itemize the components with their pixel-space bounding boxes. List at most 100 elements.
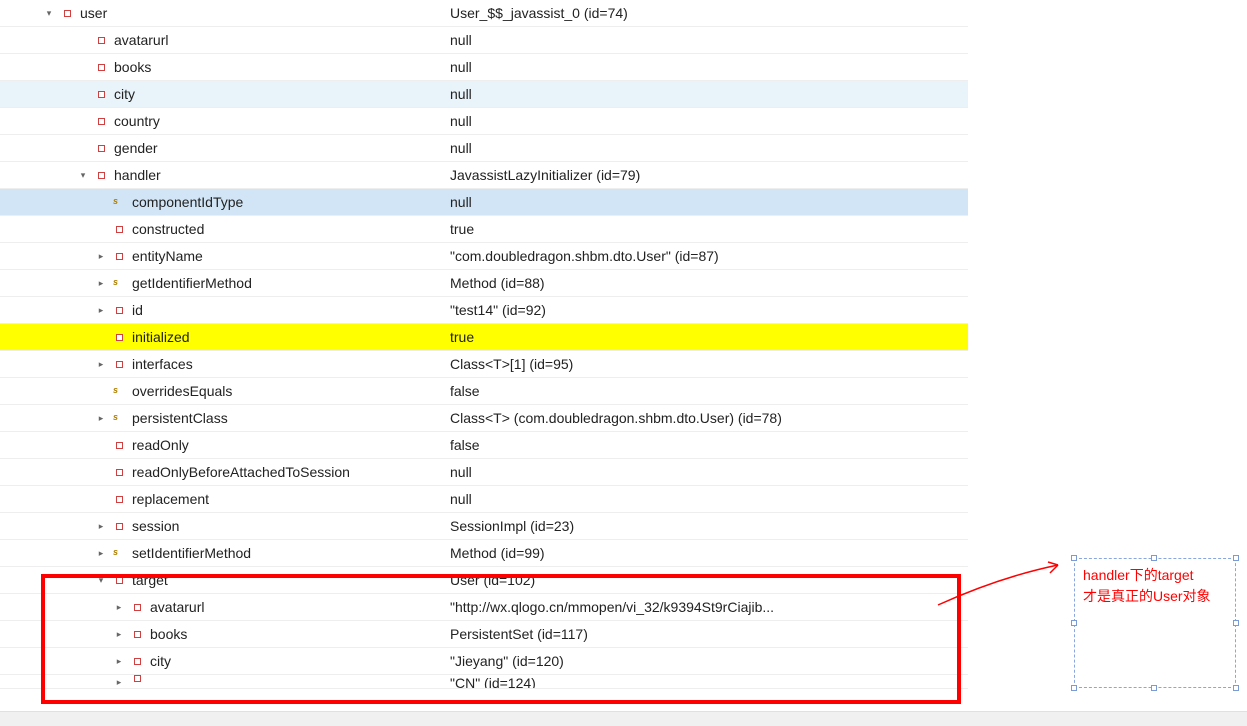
chevron-right-icon[interactable]: ▸	[94, 357, 108, 371]
tree-row[interactable]: ▸avatarurlnull	[0, 27, 968, 54]
variable-name-cell[interactable]: ▸ avatarurl	[0, 594, 444, 620]
variable-value: Method (id=88)	[450, 275, 545, 291]
variable-name: avatarurl	[150, 599, 204, 615]
variable-name-cell[interactable]: ▸readOnlyBeforeAttachedToSession	[0, 459, 444, 485]
chevron-down-icon[interactable]: ▾	[76, 168, 90, 182]
variable-value-cell[interactable]: SessionImpl (id=23)	[444, 513, 968, 539]
variable-name-cell[interactable]: ▸city	[0, 648, 444, 674]
variable-name-cell[interactable]: ▸country	[0, 108, 444, 134]
tree-row[interactable]: ▸persistentClassClass<T> (com.doubledrag…	[0, 405, 968, 432]
variable-name-cell[interactable]: ▾user	[0, 0, 444, 26]
variable-value-cell[interactable]: true	[444, 216, 968, 242]
variable-name-cell[interactable]: ▸session	[0, 513, 444, 539]
tree-row[interactable]: ▸booksPersistentSet (id=117)	[0, 621, 968, 648]
tree-row[interactable]: ▾handlerJavassistLazyInitializer (id=79)	[0, 162, 968, 189]
variable-name-cell[interactable]: ▸books	[0, 54, 444, 80]
variable-name-cell[interactable]: ▸replacement	[0, 486, 444, 512]
variable-name-cell[interactable]: ▸componentIdType	[0, 189, 444, 215]
variable-value-cell[interactable]: JavassistLazyInitializer (id=79)	[444, 162, 968, 188]
tree-row[interactable]: ▸overridesEqualsfalse	[0, 378, 968, 405]
variable-name-cell[interactable]: ▸gender	[0, 135, 444, 161]
tree-row[interactable]: ▸interfacesClass<T>[1] (id=95)	[0, 351, 968, 378]
tree-row[interactable]: ▸constructedtrue	[0, 216, 968, 243]
variable-value-cell[interactable]: User_$$_javassist_0 (id=74)	[444, 0, 968, 26]
variable-value: SessionImpl (id=23)	[450, 518, 574, 534]
tree-row[interactable]: ▸initializedtrue	[0, 324, 968, 351]
variable-name-cell[interactable]: ▸id	[0, 297, 444, 323]
variable-value-cell[interactable]: Method (id=99)	[444, 540, 968, 566]
variable-value-cell[interactable]: false	[444, 432, 968, 458]
tree-row[interactable]: ▸booksnull	[0, 54, 968, 81]
tree-row[interactable]: ▸session SessionImpl (id=23)	[0, 513, 968, 540]
variable-name-cell[interactable]: ▸avatarurl	[0, 27, 444, 53]
variable-value-cell[interactable]: Method (id=88)	[444, 270, 968, 296]
variable-value-cell[interactable]: "CN" (id=124)	[444, 675, 968, 688]
tree-row[interactable]: ▸getIdentifierMethod Method (id=88)	[0, 270, 968, 297]
variable-value-cell[interactable]: null	[444, 108, 968, 134]
variable-name: componentIdType	[132, 194, 243, 210]
variable-name-cell[interactable]: ▸	[0, 675, 444, 688]
tree-row[interactable]: ▸countrynull	[0, 108, 968, 135]
variable-name-cell[interactable]: ▸overridesEquals	[0, 378, 444, 404]
variable-value-cell[interactable]: PersistentSet (id=117)	[444, 621, 968, 647]
chevron-right-icon[interactable]: ▸	[94, 303, 108, 317]
tree-row[interactable]: ▸entityName"com.doubledragon.shbm.dto.Us…	[0, 243, 968, 270]
tree-row[interactable]: ▸componentIdTypenull	[0, 189, 968, 216]
tree-row[interactable]: ▸ "CN" (id=124)	[0, 675, 968, 689]
variable-value-cell[interactable]: "com.doubledragon.shbm.dto.User" (id=87)	[444, 243, 968, 269]
tree-row[interactable]: ▸readOnlyfalse	[0, 432, 968, 459]
variable-name-cell[interactable]: ▸city	[0, 81, 444, 107]
variable-name: avatarurl	[114, 32, 168, 48]
chevron-right-icon[interactable]: ▸	[94, 411, 108, 425]
variable-name-cell[interactable]: ▸books	[0, 621, 444, 647]
variable-name-cell[interactable]: ▸interfaces	[0, 351, 444, 377]
variable-value-cell[interactable]: true	[444, 324, 968, 350]
tree-row[interactable]: ▸citynull	[0, 81, 968, 108]
chevron-right-icon[interactable]: ▸	[94, 546, 108, 560]
variable-name-cell[interactable]: ▸setIdentifierMethod	[0, 540, 444, 566]
variable-value-cell[interactable]: Class<T>[1] (id=95)	[444, 351, 968, 377]
variable-value-cell[interactable]: Class<T> (com.doubledragon.shbm.dto.User…	[444, 405, 968, 431]
variable-value-cell[interactable]: null	[444, 189, 968, 215]
variable-name-cell[interactable]: ▸persistentClass	[0, 405, 444, 431]
chevron-right-icon[interactable]: ▸	[94, 519, 108, 533]
chevron-right-icon[interactable]: ▸	[112, 654, 126, 668]
tree-row[interactable]: ▸replacementnull	[0, 486, 968, 513]
chevron-down-icon[interactable]: ▾	[94, 573, 108, 587]
tree-row[interactable]: ▸id"test14" (id=92)	[0, 297, 968, 324]
variable-value-cell[interactable]: "Jieyang" (id=120)	[444, 648, 968, 674]
chevron-right-icon[interactable]: ▸	[94, 249, 108, 263]
variable-value-cell[interactable]: null	[444, 486, 968, 512]
tree-row[interactable]: ▸ avatarurl "http://wx.qlogo.cn/mmopen/vi_…	[0, 594, 968, 621]
variable-name-cell[interactable]: ▸getIdentifierMethod	[0, 270, 444, 296]
chevron-right-icon[interactable]: ▸	[112, 600, 126, 614]
variable-name-cell[interactable]: ▸initialized	[0, 324, 444, 350]
variable-name-cell[interactable]: ▸entityName	[0, 243, 444, 269]
chevron-down-icon[interactable]: ▾	[42, 6, 56, 20]
variable-value-cell[interactable]: null	[444, 135, 968, 161]
variable-value-cell[interactable]: null	[444, 459, 968, 485]
variable-name-cell[interactable]: ▾handler	[0, 162, 444, 188]
variable-name-cell[interactable]: ▾target	[0, 567, 444, 593]
field-icon	[92, 37, 110, 44]
tree-row[interactable]: ▾targetUser (id=102)	[0, 567, 968, 594]
tree-row[interactable]: ▸city"Jieyang" (id=120)	[0, 648, 968, 675]
variable-value-cell[interactable]: User (id=102)	[444, 567, 968, 593]
variable-value-cell[interactable]: null	[444, 81, 968, 107]
chevron-right-icon[interactable]: ▸	[94, 276, 108, 290]
variable-value-cell[interactable]: false	[444, 378, 968, 404]
field-icon	[92, 64, 110, 71]
tree-row[interactable]: ▸gendernull	[0, 135, 968, 162]
chevron-right-icon[interactable]: ▸	[112, 675, 126, 688]
variable-value-cell[interactable]: "http://wx.qlogo.cn/mmopen/vi_32/k9394St…	[444, 594, 968, 620]
variable-value-cell[interactable]: null	[444, 27, 968, 53]
tree-row[interactable]: ▸readOnlyBeforeAttachedToSessionnull	[0, 459, 968, 486]
variable-name-cell[interactable]: ▸readOnly	[0, 432, 444, 458]
variables-tree[interactable]: ▾userUser_$$_javassist_0 (id=74)▸avataru…	[0, 0, 968, 689]
tree-row[interactable]: ▾userUser_$$_javassist_0 (id=74)	[0, 0, 968, 27]
variable-value-cell[interactable]: null	[444, 54, 968, 80]
chevron-right-icon[interactable]: ▸	[112, 627, 126, 641]
variable-name-cell[interactable]: ▸constructed	[0, 216, 444, 242]
tree-row[interactable]: ▸setIdentifierMethodMethod (id=99)	[0, 540, 968, 567]
variable-value-cell[interactable]: "test14" (id=92)	[444, 297, 968, 323]
